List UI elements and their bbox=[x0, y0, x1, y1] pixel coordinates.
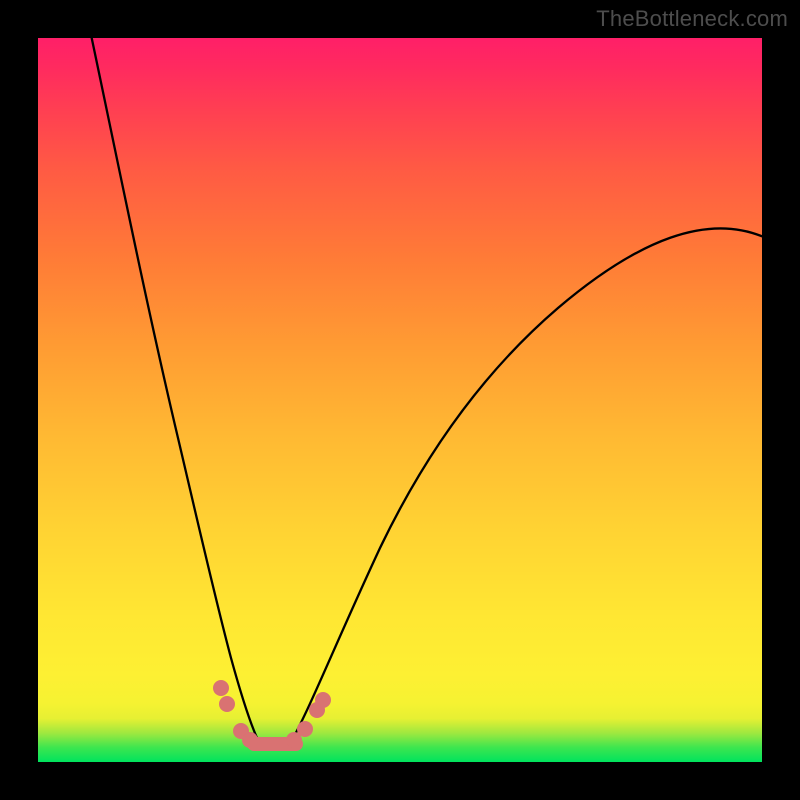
marker-dot bbox=[219, 696, 235, 712]
left-curve bbox=[90, 38, 258, 740]
watermark-text: TheBottleneck.com bbox=[596, 6, 788, 32]
chart-svg bbox=[38, 38, 762, 762]
chart-frame: TheBottleneck.com bbox=[0, 0, 800, 800]
marker-dot bbox=[315, 692, 331, 708]
marker-dot bbox=[213, 680, 229, 696]
marker-dot bbox=[297, 721, 313, 737]
right-curve bbox=[292, 228, 762, 740]
plot-area bbox=[38, 38, 762, 762]
marker-dot bbox=[242, 732, 258, 748]
